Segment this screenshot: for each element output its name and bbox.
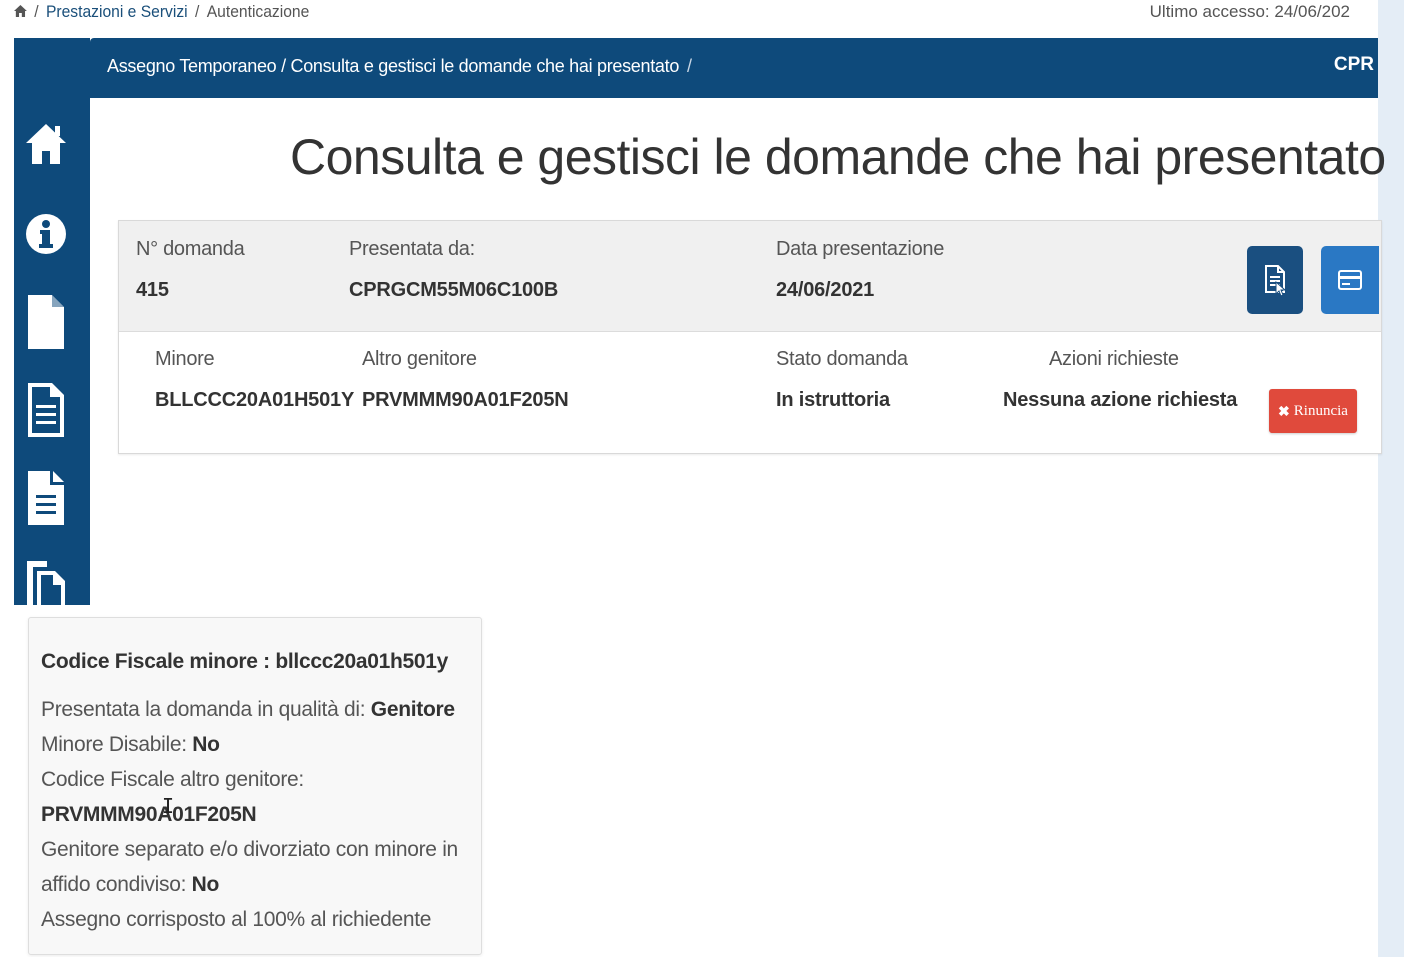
popover-disabled-value: No (192, 733, 220, 756)
file-lines-icon[interactable] (24, 471, 68, 525)
popover-title: Codice Fiscale minore : bllccc20a01h501y (41, 650, 449, 673)
application-card: N° domanda 415 Presentata da: CPRGCM55M0… (118, 220, 1382, 454)
other-parent-value: PRVMMM90A01F205N (362, 389, 569, 411)
other-parent-label: Altro genitore (362, 348, 477, 370)
header-breadcrumb-link[interactable]: Assegno Temporaneo / Consulta e gestisci… (107, 56, 679, 76)
popover-other-parent-code: PRVMMM90A01F205N (41, 803, 257, 826)
minor-details-popover: Codice Fiscale minore : bllccc20a01h501y… (28, 617, 482, 955)
breadcrumb-separator: / (34, 2, 39, 21)
file-icon[interactable] (24, 295, 68, 349)
home-icon[interactable] (14, 4, 27, 20)
breadcrumb: / Prestazioni e Servizi / Autenticazione (14, 2, 309, 22)
view-document-button[interactable] (1247, 246, 1303, 314)
files-icon[interactable] (24, 558, 68, 605)
popover-disabled-label: Minore Disabile: (41, 733, 193, 756)
top-bar: / Prestazioni e Servizi / Autenticazione… (0, 0, 1378, 30)
submission-date-value: 24/06/2021 (776, 279, 875, 301)
submitted-by-value: CPRGCM55M06C100B (349, 279, 559, 301)
rinuncia-button[interactable]: ✖ Rinuncia (1269, 389, 1357, 433)
application-number-label: N° domanda (136, 238, 245, 260)
header-breadcrumb: Assegno Temporaneo / Consulta e gestisci… (107, 56, 692, 77)
popover-role-value: Genitore (370, 698, 455, 721)
popover-other-parent-value: PRVMMM90A01F205N (41, 803, 257, 827)
submitted-by-label: Presentata da: (349, 238, 475, 260)
info-icon[interactable] (24, 208, 68, 260)
minor-value[interactable]: BLLCCC20A01H501Y (155, 389, 354, 412)
minor-label: Minore (155, 348, 215, 370)
close-icon: ✖ (1278, 402, 1290, 419)
file-text-icon[interactable] (24, 383, 68, 437)
home-icon[interactable] (24, 118, 68, 170)
rinuncia-label: Rinuncia (1293, 402, 1348, 419)
payment-button[interactable] (1321, 246, 1379, 314)
actions-value: Nessuna azione richiesta (1003, 389, 1238, 411)
popover-other-parent-label: Codice Fiscale altro genitore: (41, 768, 304, 791)
popover-role: Presentata la domanda in qualità di: Gen… (41, 698, 455, 722)
header-band: Assegno Temporaneo / Consulta e gestisci… (90, 38, 1378, 98)
submission-date-label: Data presentazione (776, 238, 945, 260)
last-access: Ultimo accesso: 24/06/202 (1149, 2, 1350, 21)
popover-separated-value: No (191, 873, 220, 896)
popover-disabled: Minore Disabile: No (41, 733, 220, 757)
sidebar (14, 38, 90, 605)
actions-label: Azioni richieste (1049, 348, 1179, 370)
breadcrumb-item-autenticazione[interactable]: Autenticazione (207, 2, 310, 22)
credit-card-icon (1338, 270, 1362, 290)
text-cursor-icon: I (162, 794, 175, 818)
popover-payment-note: Assegno corrisposto al 100% al richieden… (41, 908, 432, 931)
breadcrumb-separator: / (195, 2, 200, 21)
status-value: In istruttoria (776, 389, 890, 411)
popover-separated-label: affido condiviso: (41, 873, 192, 896)
popover-role-label: Presentata la domanda in qualità di: (41, 698, 371, 721)
status-label: Stato domanda (776, 348, 908, 370)
header-breadcrumb-separator: / (687, 56, 692, 76)
breadcrumb-item-prestazioni[interactable]: Prestazioni e Servizi (46, 2, 188, 22)
popover-separated-line-1: Genitore separato e/o divorziato con min… (41, 838, 458, 861)
document-icon (1265, 265, 1287, 296)
page-title: Consulta e gestisci le domande che hai p… (290, 129, 1386, 185)
application-card-header: N° domanda 415 Presentata da: CPRGCM55M0… (119, 221, 1381, 332)
user-code[interactable]: CPR (1334, 54, 1374, 76)
popover-separated: affido condiviso: No (41, 873, 219, 897)
application-number-value: 415 (136, 279, 169, 301)
